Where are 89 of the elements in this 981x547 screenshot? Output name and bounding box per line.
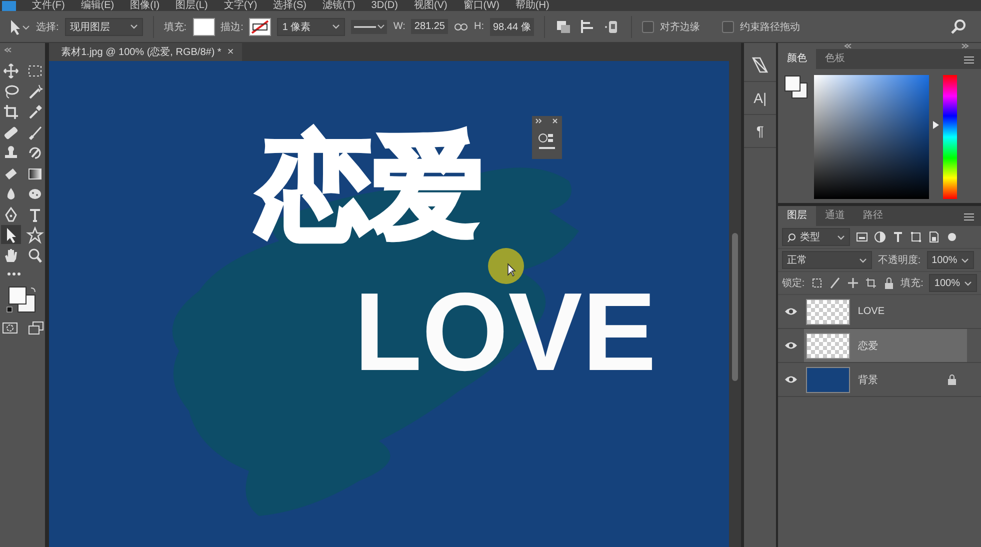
panel-tab[interactable]: 路径 xyxy=(854,206,892,226)
panel-menu-icon[interactable] xyxy=(962,212,975,220)
move-icon[interactable] xyxy=(846,277,859,289)
app-logo-icon xyxy=(2,0,16,10)
arrow-tool-icon[interactable] xyxy=(8,18,30,34)
fill-label: 填充: xyxy=(164,20,187,34)
checkbox-label: 约束路径拖动 xyxy=(740,20,800,34)
scrollbar-thumb[interactable] xyxy=(732,233,738,381)
select-label: 选择: xyxy=(36,20,59,34)
panel-tab[interactable]: 颜色 xyxy=(778,49,816,69)
stroke-label: 描边: xyxy=(220,20,244,34)
menu-item[interactable]: 视图(V) xyxy=(414,0,448,11)
visibility-eye-icon[interactable] xyxy=(784,375,798,384)
lock-label: 锁定: xyxy=(782,276,805,290)
checkbox-label: 对齐边缘 xyxy=(660,20,700,34)
cursor-highlight xyxy=(486,246,526,286)
layer-row[interactable]: 恋爱 xyxy=(804,329,967,362)
width-label: W: xyxy=(393,21,406,32)
shape-filter-icon[interactable] xyxy=(910,231,922,243)
menu-item[interactable]: 图层(L) xyxy=(176,0,208,11)
blend-mode-dropdown[interactable]: 正常 xyxy=(782,251,872,269)
menu-item[interactable]: 帮助(H) xyxy=(515,0,550,11)
line-style-dropdown[interactable] xyxy=(351,20,388,34)
menu-item[interactable]: 滤镜(T) xyxy=(322,0,356,11)
color-swatches-icon[interactable] xyxy=(784,75,808,99)
color-field[interactable] xyxy=(814,75,929,199)
caret-icon xyxy=(836,234,845,240)
panel-tab[interactable]: 色板 xyxy=(816,49,854,69)
arrow-tool-icon[interactable] xyxy=(0,225,21,244)
checkbox[interactable] xyxy=(722,20,734,32)
search-icon xyxy=(786,232,796,242)
smart-object-filter-icon[interactable] xyxy=(928,231,940,243)
width-field[interactable]: 281.25 xyxy=(411,19,448,34)
panel-header-icon[interactable] xyxy=(534,118,560,124)
height-label: H: xyxy=(474,21,484,32)
caret-icon xyxy=(961,256,970,264)
hue-slider[interactable] xyxy=(932,75,957,199)
document-tab[interactable]: 素材1.jpg @ 100% (恋爱, RGB/8#) * xyxy=(49,43,228,61)
adjustment-filter-icon[interactable] xyxy=(874,231,886,243)
panel-menu-icon[interactable] xyxy=(962,54,975,64)
lock-pixels-icon[interactable] xyxy=(810,277,823,289)
fill-label: 填充: xyxy=(900,276,924,290)
fill-swatch[interactable] xyxy=(192,18,215,36)
search-icon[interactable] xyxy=(951,18,967,34)
panel-button[interactable]: A| xyxy=(744,82,776,115)
lock-icon[interactable] xyxy=(882,277,895,289)
menu-item[interactable]: 图像(I) xyxy=(130,0,160,11)
screen-mode-icon[interactable] xyxy=(28,320,44,334)
menu-item[interactable]: 编辑(E) xyxy=(80,0,114,11)
pen-path-icon xyxy=(751,56,770,74)
scrollbar[interactable] xyxy=(729,61,742,547)
image-filter-icon[interactable] xyxy=(856,231,868,243)
caret-icon xyxy=(858,256,867,264)
stroke-swatch[interactable] xyxy=(249,18,272,36)
layer-thumbnail xyxy=(806,332,850,358)
checkbox[interactable] xyxy=(642,20,654,32)
close-tab-button[interactable]: × xyxy=(227,43,242,61)
visibility-eye-icon[interactable] xyxy=(784,307,798,316)
hue-pointer-icon[interactable] xyxy=(932,120,939,129)
quick-mask-icon[interactable] xyxy=(2,320,18,334)
move-tool-icon[interactable] xyxy=(0,61,21,80)
layer-row[interactable]: LOVE xyxy=(804,295,967,328)
caret-icon xyxy=(332,23,340,30)
layer-row[interactable]: 背景 xyxy=(804,363,967,396)
filter-dropdown[interactable]: 类型 xyxy=(782,228,850,246)
artboard-icon[interactable] xyxy=(864,277,877,289)
fill-dropdown[interactable]: 100% xyxy=(929,274,977,292)
stroke-width-dropdown[interactable]: 1 像素 xyxy=(277,18,346,36)
path-operations-icon[interactable] xyxy=(554,18,573,34)
layer-thumbnail xyxy=(806,366,850,392)
caret-icon xyxy=(130,23,138,30)
link-icon[interactable] xyxy=(454,22,468,32)
menu-item[interactable]: 3D(D) xyxy=(371,0,398,11)
layer-select-dropdown[interactable]: 现用图层 xyxy=(64,18,143,36)
menu-item[interactable]: 选择(S) xyxy=(273,0,306,11)
height-field[interactable]: 98.44 像 xyxy=(490,18,534,36)
caret-icon xyxy=(964,280,972,286)
visibility-eye-icon[interactable] xyxy=(784,341,798,350)
filter-toggle-icon[interactable] xyxy=(946,231,958,243)
type-filter-icon[interactable] xyxy=(892,231,904,243)
layer-thumbnail xyxy=(806,298,850,324)
panel-button[interactable]: ¶ xyxy=(744,115,776,148)
shape-tool-icon[interactable] xyxy=(24,225,45,244)
opacity-dropdown[interactable]: 100% xyxy=(926,251,974,269)
panel-tab[interactable]: 图层 xyxy=(778,206,816,226)
opacity-label: 不透明度: xyxy=(878,254,921,267)
panel-tab[interactable]: 通道 xyxy=(816,206,854,226)
more-tools-icon[interactable] xyxy=(6,270,23,276)
heading-text: LOVE xyxy=(354,277,656,388)
